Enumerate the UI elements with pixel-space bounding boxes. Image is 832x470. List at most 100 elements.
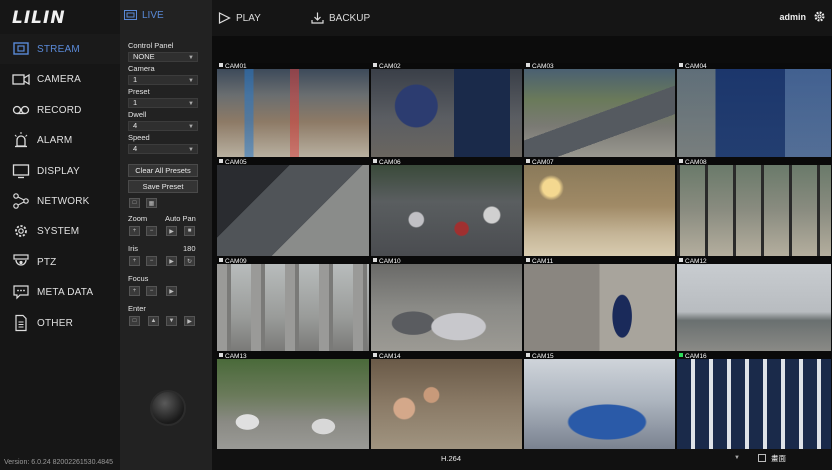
- sidebar-item-ptz[interactable]: PTZ: [0, 247, 120, 277]
- camera-tile-cam16[interactable]: CAM16: [677, 353, 831, 449]
- rotate-180-button[interactable]: ↻: [184, 256, 195, 266]
- sidebar-item-record[interactable]: RECORD: [0, 95, 120, 125]
- dwell-value: 4: [133, 121, 138, 130]
- camera-label: CAM08: [679, 159, 707, 166]
- user-name[interactable]: admin: [779, 12, 806, 22]
- save-preset-button[interactable]: Save Preset: [128, 180, 198, 193]
- control-panel-select[interactable]: NONE ▼: [128, 52, 198, 62]
- tilt-up-button[interactable]: ▲: [148, 316, 159, 326]
- other-icon: [11, 314, 31, 332]
- version-text: Version: 6.0.24 82002261530.4845: [4, 459, 113, 466]
- enter-button[interactable]: □: [129, 316, 140, 326]
- preset-prev-button[interactable]: □: [129, 198, 140, 208]
- sidebar-item-label: STREAM: [37, 43, 80, 55]
- sidebar-item-network[interactable]: NETWORK: [0, 186, 120, 216]
- control-panel-label: Control Panel: [128, 41, 174, 50]
- camera-label: CAM14: [373, 353, 401, 360]
- speed-select[interactable]: 4 ▼: [128, 144, 198, 154]
- sidebar-item-other[interactable]: OTHER: [0, 308, 120, 338]
- focus-near-button[interactable]: +: [129, 286, 140, 296]
- iris-open-button[interactable]: +: [129, 256, 140, 266]
- gear-icon[interactable]: [813, 10, 826, 23]
- chevron-down-icon: ▼: [188, 55, 194, 61]
- enter-label: Enter: [128, 304, 146, 313]
- sidebar-item-stream[interactable]: STREAM: [0, 34, 120, 64]
- auto-pan-label: Auto Pan: [165, 214, 196, 223]
- tab-play[interactable]: PLAY: [218, 12, 261, 24]
- stream-icon: [11, 40, 31, 58]
- iris-180-label: 180: [183, 244, 196, 253]
- camera-tile-cam14[interactable]: CAM14: [371, 353, 522, 449]
- focus-far-button[interactable]: −: [146, 286, 157, 296]
- sidebar-item-camera[interactable]: CAMERA: [0, 64, 120, 94]
- camera-label: CAM03: [526, 63, 554, 70]
- tab-live-label: LIVE: [142, 10, 164, 21]
- camera-select[interactable]: 1 ▼: [128, 75, 198, 85]
- dwell-select[interactable]: 4 ▼: [128, 121, 198, 131]
- sidebar-item-display[interactable]: DISPLAY: [0, 156, 120, 186]
- focus-auto-button[interactable]: ▶: [166, 286, 177, 296]
- camera-label: CAM09: [219, 258, 247, 265]
- layout-checkbox[interactable]: [758, 454, 766, 462]
- camera-feed: [371, 264, 522, 351]
- camera-tile-cam04[interactable]: CAM04: [677, 63, 831, 157]
- chevron-down-icon[interactable]: ▼: [734, 455, 740, 461]
- camera-tile-cam12[interactable]: CAM12: [677, 258, 831, 351]
- camera-tile-cam10[interactable]: CAM10: [371, 258, 522, 351]
- tab-play-label: PLAY: [236, 12, 261, 24]
- sidebar-item-meta-data[interactable]: META DATA: [0, 277, 120, 307]
- auto-pan-stop-button[interactable]: ■: [184, 226, 195, 236]
- camera-label: CAM01: [219, 63, 247, 70]
- camera-feed: [217, 264, 369, 351]
- camera-tile-cam08[interactable]: CAM08: [677, 159, 831, 256]
- sidebar-item-alarm[interactable]: ALARM: [0, 125, 120, 155]
- camera-tile-cam05[interactable]: CAM05: [217, 159, 369, 256]
- speed-label: Speed: [128, 133, 150, 142]
- lilin-logo: LILIN: [12, 8, 66, 28]
- sidebar-item-label: META DATA: [37, 286, 94, 298]
- iris-auto-button[interactable]: ▶: [166, 256, 177, 266]
- camera-tile-cam07[interactable]: CAM07: [524, 159, 675, 256]
- camera-feed: [371, 359, 522, 449]
- zoom-label: Zoom: [128, 214, 148, 223]
- speed-value: 4: [133, 144, 138, 153]
- camera-label: CAM16: [679, 353, 707, 360]
- camera-feed: [371, 69, 522, 157]
- zoom-in-button[interactable]: +: [129, 226, 140, 236]
- sidebar-item-system[interactable]: SYSTEM: [0, 216, 120, 246]
- camera-feed: [217, 359, 369, 449]
- camera-tile-cam01[interactable]: CAM01: [217, 63, 369, 157]
- sidebar-item-label: NETWORK: [37, 195, 90, 207]
- camera-tile-cam02[interactable]: CAM02: [371, 63, 522, 157]
- camera-tile-cam15[interactable]: CAM15: [524, 353, 675, 449]
- alarm-icon: [11, 131, 31, 149]
- camera-tile-cam11[interactable]: CAM11: [524, 258, 675, 351]
- play-icon: [218, 12, 231, 24]
- focus-label: Focus: [128, 274, 149, 283]
- iris-close-button[interactable]: −: [146, 256, 157, 266]
- sidebar-item-label: ALARM: [37, 134, 73, 146]
- clear-all-presets-button[interactable]: Clear All Presets: [128, 164, 198, 177]
- tab-backup[interactable]: BACKUP: [311, 12, 370, 24]
- camera-feed: [217, 69, 369, 157]
- camera-grid: CAM01 CAM02 CAM03 CAM04 CAM05 CAM06 CAM0…: [217, 63, 831, 449]
- camera-label: CAM02: [373, 63, 401, 70]
- pan-right-button[interactable]: ▶: [184, 316, 195, 326]
- zoom-out-button[interactable]: −: [146, 226, 157, 236]
- preset-select[interactable]: 1 ▼: [128, 98, 198, 108]
- camera-tile-cam09[interactable]: CAM09: [217, 258, 369, 351]
- ptz-joystick[interactable]: [150, 390, 186, 426]
- camera-label: CAM05: [219, 159, 247, 166]
- auto-pan-start-button[interactable]: ▶: [166, 226, 177, 236]
- camera-tile-cam13[interactable]: CAM13: [217, 353, 369, 449]
- preset-grid-button[interactable]: ▦: [146, 198, 157, 208]
- tab-live[interactable]: LIVE: [124, 10, 164, 21]
- camera-tile-cam03[interactable]: CAM03: [524, 63, 675, 157]
- chevron-down-icon: ▼: [188, 101, 194, 107]
- sidebar-item-label: CAMERA: [37, 73, 81, 85]
- sidebar-item-label: RECORD: [37, 104, 82, 116]
- chevron-down-icon: ▼: [188, 124, 194, 130]
- codec-select[interactable]: H.264: [441, 454, 461, 463]
- tilt-down-button[interactable]: ▼: [166, 316, 177, 326]
- camera-tile-cam06[interactable]: CAM06: [371, 159, 522, 256]
